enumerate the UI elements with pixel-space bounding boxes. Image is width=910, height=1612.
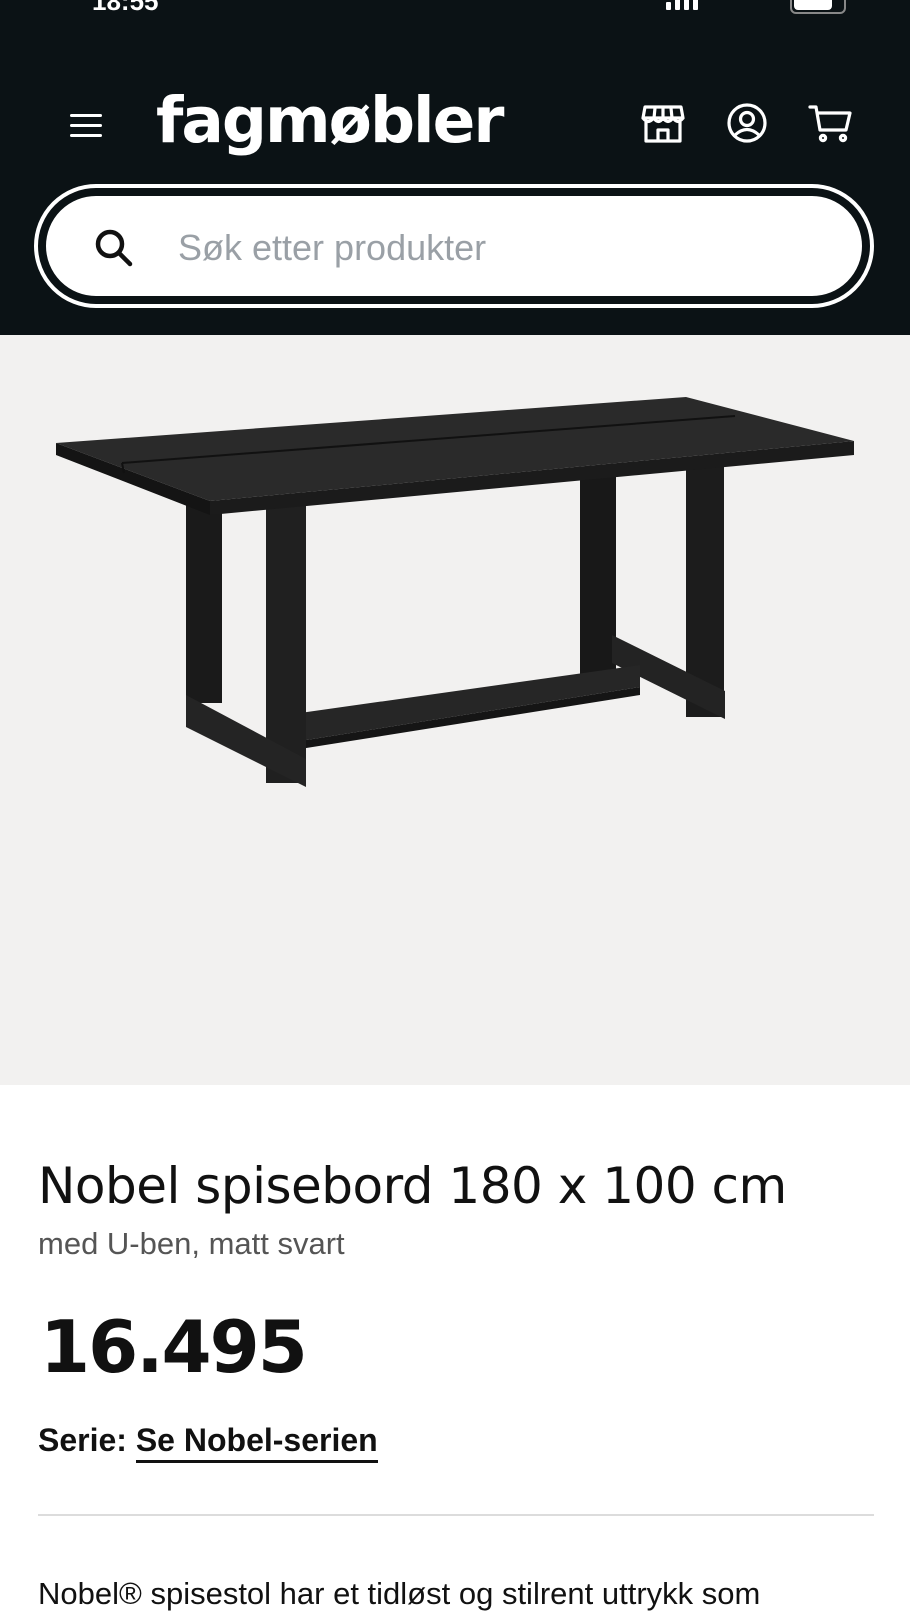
dining-table-image bbox=[56, 397, 854, 787]
product-subtitle: med U-ben, matt svart bbox=[38, 1226, 345, 1261]
series-row: Serie: Se Nobel-serien bbox=[38, 1422, 378, 1463]
site-header: 18:55 fagmøbler bbox=[0, 0, 910, 335]
series-link[interactable]: Se Nobel-serien bbox=[135, 1422, 378, 1463]
store-button[interactable] bbox=[640, 100, 686, 146]
status-indicators bbox=[666, 0, 846, 14]
search-icon[interactable] bbox=[92, 226, 136, 270]
product-price: 16.495 bbox=[40, 1305, 308, 1389]
cart-icon bbox=[808, 105, 852, 143]
account-button[interactable] bbox=[724, 100, 770, 146]
store-icon bbox=[641, 105, 685, 143]
divider bbox=[38, 1514, 874, 1516]
account-icon bbox=[727, 103, 767, 143]
status-time: 18:55 bbox=[92, 0, 159, 14]
menu-icon bbox=[70, 114, 102, 117]
logo[interactable]: fagmøbler bbox=[156, 76, 504, 166]
battery-icon bbox=[790, 0, 846, 14]
signal-icon bbox=[666, 0, 698, 10]
search-input[interactable] bbox=[176, 218, 820, 278]
search-bar bbox=[34, 184, 874, 308]
menu-button[interactable] bbox=[66, 106, 108, 140]
status-bar: 18:55 bbox=[0, 0, 910, 14]
product-image[interactable] bbox=[0, 335, 910, 1085]
search-container[interactable] bbox=[43, 193, 865, 299]
product-description: Nobel® spisestol har et tidløst og stilr… bbox=[38, 1576, 761, 1611]
series-label: Serie: bbox=[38, 1422, 127, 1458]
cart-button[interactable] bbox=[808, 100, 854, 146]
product-title: Nobel spisebord 180 x 100 cm bbox=[38, 1157, 787, 1215]
